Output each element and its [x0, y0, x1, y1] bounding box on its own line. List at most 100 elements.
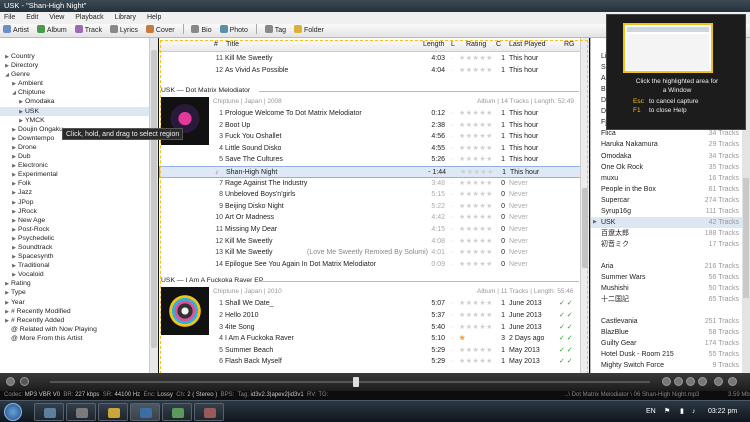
tree-item[interactable]: ▶ Type — [0, 288, 157, 297]
track-rating[interactable]: ★★★★★ — [459, 212, 493, 224]
artist-list-item[interactable]: Omodaka 34 Tracks — [591, 151, 742, 163]
prev-icon[interactable] — [662, 377, 671, 386]
tree-item[interactable]: ▶ Folk — [0, 179, 157, 188]
love-marker[interactable]: · — [451, 189, 453, 201]
love-marker[interactable]: · — [451, 224, 453, 236]
tree-item[interactable]: ▶ Traditional — [0, 261, 157, 270]
menu-view[interactable]: View — [49, 14, 64, 21]
tree-item[interactable]: ▶ Spacesynth — [0, 252, 157, 261]
track-row[interactable]: 1 Prologue Welcome To Dot Matrix Melodiat… — [159, 108, 589, 120]
column-header-number[interactable]: # — [214, 38, 218, 52]
track-rating[interactable]: ★★★★★ — [459, 143, 493, 155]
track-row[interactable]: 9 Beijing Disko Night 5:22 · ★★★★★ 0 Never — [159, 201, 589, 213]
love-marker[interactable]: · — [451, 178, 453, 190]
expand-icon[interactable]: ▶ — [593, 217, 597, 229]
seek-bar[interactable] — [50, 381, 650, 383]
settings-icon[interactable] — [20, 377, 29, 386]
column-header-title[interactable]: Title — [226, 38, 239, 52]
menu-playback[interactable]: Playback — [75, 14, 103, 21]
artist-list-item[interactable]: Aria 216 Tracks — [591, 261, 742, 273]
love-marker[interactable]: · — [451, 201, 453, 213]
toolbar-lyrics-button[interactable]: Lyrics — [109, 24, 138, 38]
track-rating[interactable]: ★★★★★ — [459, 322, 493, 334]
track-rating[interactable]: ★★★★★ — [459, 259, 493, 271]
tree-item[interactable]: ▶ Psychedelic — [0, 234, 157, 243]
repeat-icon[interactable] — [728, 377, 737, 386]
track-rating[interactable]: ★★★★★ — [459, 189, 493, 201]
column-header-length[interactable]: Length — [423, 38, 444, 52]
love-marker[interactable]: · — [451, 154, 453, 166]
track-rating[interactable]: ★★★★★ — [459, 108, 493, 120]
track-rating[interactable]: ★★★★★ — [459, 356, 493, 368]
track-rating[interactable]: ★★★★★ — [459, 131, 493, 143]
love-marker[interactable]: · — [451, 356, 453, 368]
track-row[interactable]: 12 Kill Me Sweetly 4:08 · ★★★★★ 0 Never — [159, 236, 589, 248]
column-header-l[interactable]: L — [451, 38, 455, 52]
track-list-scrollbar[interactable] — [580, 38, 589, 373]
love-marker[interactable]: · — [451, 333, 453, 345]
love-marker[interactable]: · — [451, 212, 453, 224]
love-marker[interactable]: · — [451, 143, 453, 155]
tree-item[interactable]: ▶ Jazz — [0, 188, 157, 197]
start-button[interactable] — [4, 403, 22, 421]
track-rating[interactable]: ★★★★★ — [459, 53, 493, 65]
tree-scrollbar[interactable] — [149, 38, 158, 373]
artist-list-item[interactable]: Hotel Dusk - Room 215 55 Tracks — [591, 349, 742, 361]
track-row[interactable]: 10 Art Or Madness 4:42 · ★★★★★ 0 Never — [159, 212, 589, 224]
toolbar-photo-button[interactable]: Photo — [219, 24, 248, 38]
track-row[interactable]: 11 Kill Me Sweetly 4:03 · ★★★★★ 1 This hour — [159, 53, 589, 65]
menu-edit[interactable]: Edit — [26, 14, 38, 21]
toolbar-cover-button[interactable]: Cover — [145, 24, 175, 38]
taskbar-app-5[interactable] — [162, 403, 192, 421]
artist-list-item[interactable]: One Ok Rock 35 Tracks — [591, 162, 742, 174]
taskbar-app-1[interactable] — [34, 403, 64, 421]
column-header-rating[interactable]: Rating — [466, 38, 486, 52]
track-row[interactable]: 1 Shall We Date_ 5:07 · ★★★★★ 1 June 2013 ✓ ✓ — [159, 298, 589, 310]
artist-list-item[interactable]: ▶ USK 42 Tracks — [591, 216, 742, 229]
tree-item[interactable]: ▶ Vocaloid — [0, 270, 157, 279]
tree-item[interactable]: ▶ Soundtrack — [0, 243, 157, 252]
volume-icon[interactable] — [6, 377, 15, 386]
love-marker[interactable]: · — [451, 131, 453, 143]
love-marker[interactable]: · — [451, 345, 453, 357]
toolbar-tag-button[interactable]: Tag — [264, 24, 286, 38]
play-pause-icon[interactable] — [686, 377, 695, 386]
track-row[interactable]: 7 Rage Against The Industry 3:48 · ★★★★★ 0 Nev… — [159, 178, 589, 190]
menu-file[interactable]: File — [4, 14, 15, 21]
love-marker[interactable]: · — [451, 298, 453, 310]
track-rating[interactable]: ★★★★★ — [459, 298, 493, 310]
tree-item[interactable]: ▶ Ambient — [0, 79, 157, 88]
track-rating[interactable]: ★★★★★ — [459, 333, 466, 345]
artist-list-item[interactable]: 百遼太郎 188 Tracks — [591, 228, 742, 240]
tree-item[interactable]: @ More From this Artist — [0, 334, 157, 343]
track-rating[interactable]: ★★★★★ — [459, 65, 493, 77]
track-row[interactable]: 6 Flash Back Myself 5:29 · ★★★★★ 1 May 2013 ✓ ✓ — [159, 356, 589, 368]
tree-item[interactable]: @ Related with Now Playing — [0, 325, 157, 334]
track-rating[interactable]: ★★★★★ — [459, 247, 493, 259]
track-row[interactable]: 8 Unbeloved Boys'n'girls 5:15 · ★★★★★ 0 Never — [159, 189, 589, 201]
toolbar-track-button[interactable]: Track — [74, 24, 102, 38]
track-row[interactable]: 3 4ite Song 5:40 · ★★★★★ 1 June 2013 ✓ ✓ — [159, 322, 589, 334]
tree-item[interactable]: ▶ Country — [0, 52, 157, 61]
next-icon[interactable] — [698, 377, 707, 386]
love-marker[interactable]: · — [451, 53, 453, 65]
track-rating[interactable]: ★★★★★ — [459, 236, 493, 248]
tray-network-icon[interactable]: ▮ — [680, 401, 684, 422]
track-row[interactable]: 4 Little Sound Disko 4:55 · ★★★★★ 1 This hour — [159, 143, 589, 155]
artist-list-item[interactable]: 十二国記 65 Tracks — [591, 294, 742, 306]
artist-list-item[interactable]: Summer Wars 56 Tracks — [591, 272, 742, 284]
menu-library[interactable]: Library — [115, 14, 136, 21]
toolbar-artist-button[interactable]: Artist — [3, 24, 29, 38]
seek-handle[interactable] — [353, 377, 359, 387]
love-marker[interactable]: · — [451, 65, 453, 77]
clock[interactable]: 03:22 pm — [708, 401, 737, 422]
column-header-last-played[interactable]: Last Played — [509, 38, 546, 52]
love-marker[interactable]: · — [451, 236, 453, 248]
love-marker[interactable]: · — [451, 120, 453, 132]
track-row[interactable]: 2 Hello 2010 5:37 · ★★★★★ 1 June 2013 ✓ ✓ — [159, 310, 589, 322]
tree-item[interactable]: ▶ Dub — [0, 152, 157, 161]
tree-item[interactable]: ▶ New Age — [0, 216, 157, 225]
tree-item[interactable]: ▶ Electronic — [0, 161, 157, 170]
menu-help[interactable]: Help — [147, 14, 161, 21]
stop-icon[interactable] — [674, 377, 683, 386]
